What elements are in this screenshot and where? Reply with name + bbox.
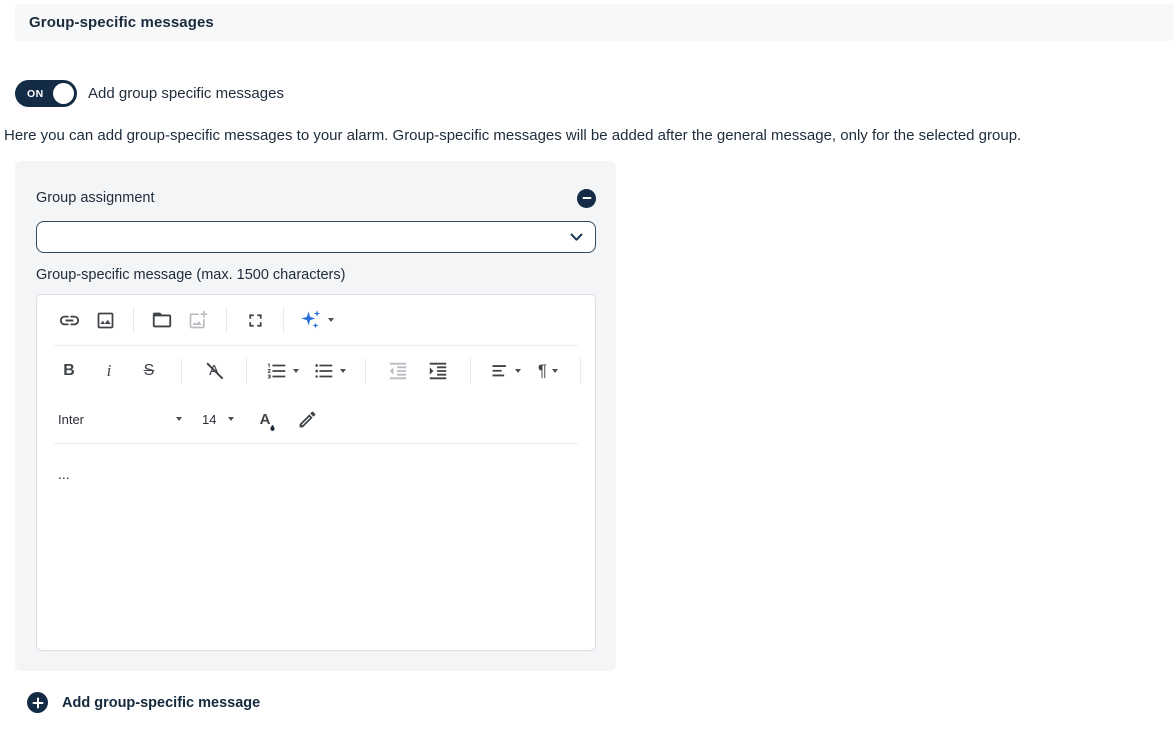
message-content-area[interactable]: ... xyxy=(37,444,595,650)
group-assignment-label: Group assignment xyxy=(36,190,155,206)
ai-assistant-button[interactable] xyxy=(297,304,336,336)
font-color-button[interactable]: A xyxy=(250,403,280,435)
add-group-message-button[interactable]: Add group-specific message xyxy=(27,692,1174,713)
insert-image-button[interactable] xyxy=(90,304,120,336)
plus-icon[interactable] xyxy=(27,692,48,713)
strikethrough-icon: S xyxy=(143,361,155,379)
description-text: Here you can add group-specific messages… xyxy=(4,127,1022,144)
insert-link-button[interactable] xyxy=(54,304,84,336)
ink-drop-icon xyxy=(270,424,275,431)
image-icon xyxy=(97,312,113,328)
strikethrough-button[interactable]: S xyxy=(134,355,164,387)
ai-sparkles-icon xyxy=(301,310,321,329)
toolbar-separator xyxy=(365,357,366,384)
caret-down-icon xyxy=(552,368,559,373)
group-messages-toggle[interactable]: ON xyxy=(15,80,77,107)
bold-icon: B xyxy=(63,361,75,379)
highlight-button[interactable] xyxy=(292,403,322,435)
caret-down-icon xyxy=(328,318,334,322)
caret-down-icon xyxy=(340,368,346,373)
editor-toolbar-row-1 xyxy=(37,295,595,345)
toolbar-separator xyxy=(283,307,284,333)
toolbar-separator xyxy=(133,307,134,333)
editor-toolbar-row-3: Inter 14 A xyxy=(37,395,595,443)
ordered-list-button[interactable] xyxy=(264,355,301,387)
remove-group-message-button[interactable] xyxy=(577,188,596,208)
clear-format-icon: A xyxy=(208,362,219,379)
folder-open-icon xyxy=(152,312,172,328)
caret-down-icon xyxy=(515,368,521,373)
toolbar-separator xyxy=(246,357,247,384)
section-header: Group-specific messages xyxy=(15,4,1174,41)
font-size-value: 14 xyxy=(202,411,217,427)
outdent-button[interactable] xyxy=(383,355,413,387)
toggle-knob xyxy=(53,83,74,104)
italic-icon: i xyxy=(106,360,112,380)
chevron-down-icon xyxy=(570,233,583,241)
toolbar-separator xyxy=(470,357,471,384)
add-group-message-label: Add group-specific message xyxy=(62,694,261,711)
toolbar-separator xyxy=(181,357,182,384)
bold-button[interactable]: B xyxy=(54,355,84,387)
fullscreen-button[interactable] xyxy=(240,304,270,336)
align-icon xyxy=(492,364,506,376)
page-title: Group-specific messages xyxy=(29,14,214,31)
clear-formatting-button[interactable]: A xyxy=(199,355,229,387)
group-message-label: Group-specific message (max. 1500 charac… xyxy=(36,267,346,283)
ordered-list-icon xyxy=(267,363,286,378)
caret-down-icon xyxy=(293,368,299,373)
editor-toolbar-row-2: B i S A ¶ xyxy=(37,346,595,395)
toggle-label: Add group specific messages xyxy=(88,85,284,102)
toggle-on-label: ON xyxy=(27,87,44,100)
open-file-button[interactable] xyxy=(147,304,177,336)
toolbar-separator xyxy=(580,357,581,384)
paragraph-icon: ¶ xyxy=(537,360,548,380)
fullscreen-icon xyxy=(248,313,262,327)
unordered-list-icon xyxy=(315,363,333,378)
font-color-icon: A xyxy=(260,411,275,431)
italic-button[interactable]: i xyxy=(94,355,124,387)
unordered-list-button[interactable] xyxy=(311,355,348,387)
outdent-icon xyxy=(389,362,407,379)
indent-icon xyxy=(429,362,447,379)
font-family-select[interactable]: Inter xyxy=(54,403,186,435)
toggle-row: ON Add group specific messages xyxy=(15,80,1174,107)
font-size-select[interactable]: 14 xyxy=(198,403,238,435)
group-assignment-select[interactable] xyxy=(36,221,596,253)
font-family-value: Inter xyxy=(58,411,85,427)
group-message-card: Group assignment Group-specific message … xyxy=(15,161,616,671)
link-icon xyxy=(59,315,79,325)
paragraph-style-button[interactable]: ¶ xyxy=(533,355,563,387)
toolbar-separator xyxy=(226,307,227,333)
add-image-button[interactable] xyxy=(183,304,213,336)
caret-down-icon xyxy=(176,417,182,421)
indent-button[interactable] xyxy=(423,355,453,387)
assignment-header-row: Group assignment xyxy=(36,188,596,208)
image-add-icon xyxy=(189,310,208,329)
highlighter-icon xyxy=(299,411,315,427)
text-align-button[interactable] xyxy=(488,355,523,387)
caret-down-icon xyxy=(228,417,234,421)
rich-text-editor: B i S A ¶ Inter 14 A ... xyxy=(36,294,596,651)
